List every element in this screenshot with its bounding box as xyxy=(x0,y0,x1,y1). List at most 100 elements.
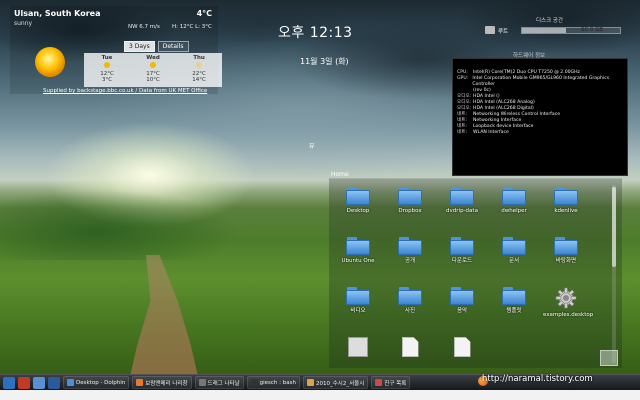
forecast-day-name: Tue xyxy=(101,55,113,61)
hardware-info-panel: 하드웨어 정보 CPU: Intel(R) Core(TM)2 Duo CPU T… xyxy=(452,53,628,176)
folder-item[interactable]: 사진 xyxy=(387,287,433,314)
folder-item[interactable]: 문서 xyxy=(491,237,537,264)
document-icon xyxy=(453,337,471,357)
disk-usage-fill xyxy=(522,28,567,33)
desktop-label: 뷰 xyxy=(309,143,315,150)
sun-icon xyxy=(104,62,110,68)
forecast-day-name: Thu xyxy=(193,55,205,61)
folder-item[interactable]: Ubuntu One xyxy=(335,237,381,264)
folder-item[interactable]: Dropbox xyxy=(387,187,433,214)
folder-item[interactable]: 음악 xyxy=(439,287,485,314)
bottom-border xyxy=(0,390,640,400)
folder-item[interactable]: 템플릿 xyxy=(491,287,537,314)
taskbar-task[interactable]: 친구 목록 xyxy=(371,376,411,389)
hardware-info-value: Intel Corporation Mobile GM965/GL960 Int… xyxy=(472,76,610,87)
taskbar-task-label: 친구 목록 xyxy=(384,380,407,387)
folder-icon xyxy=(398,287,422,305)
forecast-day: Thu 22°C 14°C xyxy=(176,53,222,87)
folder-item[interactable]: kdenlive xyxy=(543,187,589,214)
disk-title: 디스크 공간 xyxy=(536,18,564,24)
document-icon xyxy=(306,379,314,386)
folder-icon xyxy=(346,187,370,205)
item-label: Ubuntu One xyxy=(341,258,375,264)
folder-icon xyxy=(398,237,422,255)
dolphin-icon xyxy=(67,379,74,386)
taskbar-task-label: Desktop - Dolphin xyxy=(76,379,126,386)
folder-view-widget: Home Desktop Dropbox dvdrip-data dwhelper kd… xyxy=(329,171,622,368)
folder-item[interactable]: 비디오 xyxy=(335,287,381,314)
taskbar-task-label: 2010_수시2_서울시 xyxy=(315,380,365,387)
weather-forecast: Tue 12°C 3°C Wed 17°C 10°C Thu 22°C 14°C xyxy=(84,53,222,87)
item-label: 음악 xyxy=(456,308,468,314)
folder-item[interactable]: dwhelper xyxy=(491,187,537,214)
forecast-low: 10°C xyxy=(146,77,160,83)
app-icon[interactable] xyxy=(18,376,30,389)
taskbar-task-label: 보람앤메리 나리창 xyxy=(145,380,188,387)
weather-supplier-link[interactable]: Supplied by backstage.bbc.co.uk / Data f… xyxy=(43,88,207,94)
weather-temperature: 4°C xyxy=(196,9,212,18)
folder-item[interactable]: Desktop xyxy=(335,187,381,214)
folder-item[interactable]: 공개 xyxy=(387,237,433,264)
folder-icon xyxy=(554,237,578,255)
image-file-icon xyxy=(348,337,368,357)
folder-icon xyxy=(398,187,422,205)
desktop-toolbox-button[interactable] xyxy=(600,350,618,366)
folder-icon xyxy=(502,237,526,255)
chat-icon xyxy=(375,379,383,386)
weather-widget: Ulsan, South Korea sunny 4°C NW 6.7 m/s … xyxy=(10,6,222,94)
disk-space-widget: 디스크 공간 루트 60.0 GB xyxy=(481,14,629,40)
folder-view-scrollbar[interactable] xyxy=(612,185,616,363)
item-label: 템플릿 xyxy=(506,308,522,314)
folder-item[interactable]: 다운로드 xyxy=(439,237,485,264)
item-label: Desktop xyxy=(346,208,370,214)
cloud-sun-icon xyxy=(196,62,202,68)
taskbar-task[interactable]: 드래그 나타날 xyxy=(194,376,244,389)
home-icon[interactable] xyxy=(33,376,45,389)
folder-view-title: Home xyxy=(331,171,349,178)
scrollbar-thumb[interactable] xyxy=(612,187,616,267)
weather-hi-lo: H: 12°C L: 3°C xyxy=(172,24,212,30)
taskbar-task[interactable]: 2010_수시2_서울시 xyxy=(302,376,369,389)
weather-tab-details[interactable]: Details xyxy=(157,41,189,52)
taskbar-task-label: 드래그 나타날 xyxy=(207,380,240,387)
disk-value: 60.0 GB xyxy=(581,27,604,33)
item-label: 비디오 xyxy=(350,308,366,314)
clock-date: 11월 3일 (화) xyxy=(300,57,349,66)
item-label: 바탕화면 xyxy=(555,258,577,264)
sun-icon xyxy=(150,62,156,68)
weather-tabs: 3 Days Details xyxy=(124,41,189,52)
forecast-day: Wed 17°C 10°C xyxy=(130,53,176,87)
weather-wind: NW 6.7 m/s xyxy=(128,24,160,30)
file-item[interactable]: examples.desktop xyxy=(543,287,593,318)
taskbar-task[interactable]: giesch : bash xyxy=(246,376,300,389)
hardware-info-rows: CPU: Intel(R) Core(TM)2 Duo CPU T7250 @ 2… xyxy=(453,59,627,136)
hardware-info-key: GPU: xyxy=(457,76,469,81)
folder-item[interactable]: 바탕화면 xyxy=(543,237,589,264)
forecast-day-name: Wed xyxy=(146,55,160,61)
taskbar-task-label: giesch : bash xyxy=(259,379,296,386)
file-item[interactable] xyxy=(439,337,485,360)
window-icon xyxy=(198,379,206,386)
wallpaper-hill xyxy=(0,190,240,260)
taskbar-task[interactable]: 보람앤메리 나리창 xyxy=(132,376,192,389)
forecast-day: Tue 12°C 3°C xyxy=(84,53,130,87)
file-item[interactable] xyxy=(335,337,381,360)
drive-icon xyxy=(485,26,495,34)
gear-icon xyxy=(555,287,577,309)
folder-icon xyxy=(502,287,526,305)
item-label: dwhelper xyxy=(501,208,527,214)
kde-launcher-icon[interactable] xyxy=(3,376,15,389)
folder-icon xyxy=(450,187,474,205)
item-label: 사진 xyxy=(404,308,416,314)
file-item[interactable] xyxy=(387,337,433,360)
desktop-icon[interactable] xyxy=(48,376,60,389)
hardware-info-value: WLAN Interface xyxy=(473,130,509,135)
folder-icon xyxy=(554,187,578,205)
weather-tab-3days[interactable]: 3 Days xyxy=(124,41,155,52)
taskbar-task[interactable]: Desktop - Dolphin xyxy=(63,376,130,389)
watermark-url: http://naramal.tistory.com xyxy=(482,374,593,384)
folder-item[interactable]: dvdrip-data xyxy=(439,187,485,214)
sun-icon xyxy=(35,47,65,77)
forecast-low: 3°C xyxy=(101,77,113,83)
disk-label: 루트 xyxy=(498,29,509,35)
